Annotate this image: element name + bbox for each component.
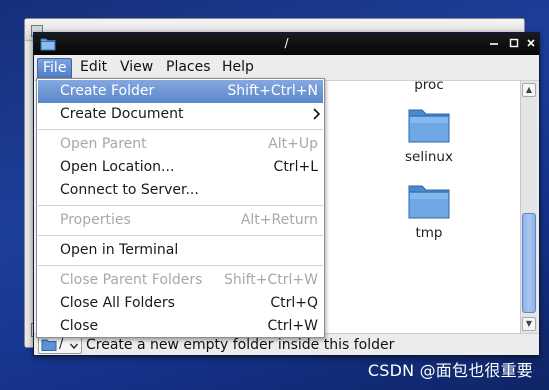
menu-item-label: Create Document: [60, 106, 184, 122]
maximize-icon[interactable]: [505, 35, 523, 53]
menu-item-properties: Properties Alt+Return: [38, 209, 323, 232]
menu-item-create-folder[interactable]: Create Folder Shift+Ctrl+N: [38, 80, 323, 103]
menu-item-create-document[interactable]: Create Document: [38, 103, 323, 126]
menu-file[interactable]: File: [37, 58, 73, 79]
menu-item-shortcut: Shift+Ctrl+W: [223, 272, 318, 288]
folder-label: selinux: [405, 149, 453, 165]
menu-places[interactable]: Places: [161, 58, 216, 79]
menu-separator: [38, 265, 323, 266]
menu-item-connect-to-server[interactable]: Connect to Server...: [38, 179, 323, 202]
menu-item-open-in-terminal[interactable]: Open in Terminal: [38, 239, 323, 262]
menu-separator: [38, 205, 323, 206]
menu-item-shortcut: Alt+Return: [240, 212, 318, 228]
menu-item-open-location[interactable]: Open Location... Ctrl+L: [38, 156, 323, 179]
menu-item-shortcut: Shift+Ctrl+N: [227, 83, 318, 99]
folder-label: tmp: [415, 225, 443, 241]
window-title: /: [284, 36, 289, 50]
menu-item-label: Close All Folders: [60, 295, 175, 311]
file-menu-dropdown: Create Folder Shift+Ctrl+N Create Docume…: [36, 78, 325, 338]
menu-item-close-all-folders[interactable]: Close All Folders Ctrl+Q: [38, 292, 323, 315]
menu-view[interactable]: View: [115, 58, 158, 79]
menu-item-open-parent: Open Parent Alt+Up: [38, 133, 323, 156]
menu-item-label: Properties: [60, 212, 131, 228]
menu-item-label: Connect to Server...: [60, 182, 199, 198]
arrow-up-icon[interactable]: ▲: [522, 83, 536, 97]
menu-item-close-parent-folders: Close Parent Folders Shift+Ctrl+W: [38, 269, 323, 292]
folder-icon: [407, 185, 451, 225]
location-dropdown[interactable]: /: [38, 336, 82, 354]
folder-item-selinux[interactable]: selinux: [389, 107, 469, 165]
menu-item-shortcut: Ctrl+W: [267, 318, 318, 334]
menu-item-shortcut: Ctrl+Q: [270, 295, 318, 311]
status-message: Create a new empty folder inside this fo…: [86, 337, 395, 353]
menu-item-shortcut: Alt+Up: [268, 136, 318, 152]
folder-icon: [407, 109, 451, 149]
menu-item-close[interactable]: Close Ctrl+W: [38, 315, 323, 338]
folder-item-proc[interactable]: proc: [389, 77, 469, 93]
folder-icon: [41, 339, 57, 355]
menu-item-label: Open Location...: [60, 159, 175, 175]
menu-item-label: Create Folder: [60, 83, 155, 99]
watermark-text: CSDN @面包也很重要: [367, 361, 533, 380]
menu-separator: [38, 235, 323, 236]
menu-item-label: Open Parent: [60, 136, 147, 152]
chevron-right-icon: [311, 103, 321, 129]
menu-help[interactable]: Help: [217, 58, 259, 79]
menu-edit[interactable]: Edit: [75, 58, 112, 79]
chevron-down-icon: [69, 340, 79, 355]
folder-item-tmp[interactable]: tmp: [389, 183, 469, 241]
scrollbar-thumb[interactable]: [522, 213, 536, 313]
menu-item-label: Open in Terminal: [60, 242, 179, 258]
close-icon[interactable]: [522, 35, 540, 53]
vertical-scrollbar[interactable]: ▲ ▼: [520, 81, 537, 333]
arrow-down-icon[interactable]: ▼: [522, 317, 536, 331]
menu-item-label: Close: [60, 318, 99, 334]
titlebar[interactable]: /: [34, 33, 539, 55]
minimize-icon[interactable]: [485, 35, 503, 53]
folder-label: proc: [414, 77, 444, 93]
menu-separator: [38, 129, 323, 130]
menu-item-label: Close Parent Folders: [60, 272, 203, 288]
menu-item-shortcut: Ctrl+L: [273, 159, 318, 175]
location-label: /: [59, 337, 64, 352]
